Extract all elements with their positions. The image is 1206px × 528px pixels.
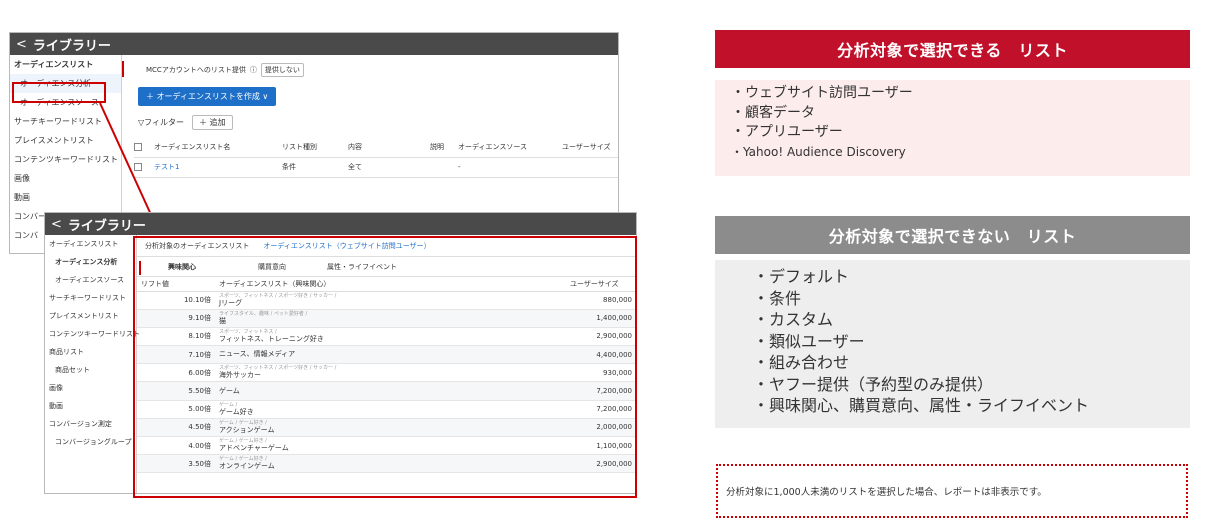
- sidebar-item-conversion-group[interactable]: コンバージョングループ: [45, 433, 136, 451]
- audience-name-cell: ゲーム / ゲーム好き / オンラインゲーム: [215, 454, 566, 474]
- subtab-attributes-life-events[interactable]: 属性・ライフイベント: [317, 262, 407, 272]
- audience-name: 猫: [219, 316, 226, 325]
- col-header-user-size[interactable]: ユーザーサイズ: [566, 277, 636, 292]
- analysis-table: リフト値 オーディエンスリスト（興味関心） ユーザーサイズ 10.10倍 スポーツ…: [137, 277, 636, 474]
- user-size: 2,000,000: [566, 418, 636, 438]
- lift-value: 8.10倍: [137, 327, 215, 347]
- user-size: 1,400,000: [566, 309, 636, 328]
- lift-value: 9.10倍: [137, 309, 215, 328]
- audience-name: Jリーグ: [219, 298, 243, 307]
- lift-value: 7.10倍: [137, 345, 215, 365]
- sidebar-item-conversion-measurement[interactable]: コンバージョン測定: [45, 415, 136, 433]
- table-row: 7.10倍 ニュース、情報メディア 4,400,000: [137, 345, 636, 365]
- audience-name-cell: スポーツ、フィットネス / スポーツ好き / サッカー / 海外サッカー: [215, 363, 566, 383]
- analysis-main: 分析対象のオーディエンスリスト オーディエンスリスト（ウェブサイト訪問ユーザー）…: [137, 235, 636, 493]
- sidebar-item-audience-analysis[interactable]: オーディエンス分析: [45, 253, 136, 271]
- list-item: ・条件: [753, 288, 802, 308]
- audience-name: フィットネス、トレーニング好き: [219, 334, 324, 343]
- user-size: 7,200,000: [566, 400, 636, 419]
- col-header-audience-list[interactable]: オーディエンスリスト（興味関心）: [215, 277, 566, 292]
- library-header: < ライブラリー: [45, 213, 636, 235]
- lift-value: 4.00倍: [137, 436, 215, 456]
- chevron-left-icon[interactable]: <: [51, 217, 62, 232]
- lift-value: 5.50倍: [137, 381, 215, 401]
- tab-website-visitors[interactable]: オーディエンスリスト（ウェブサイト訪問ユーザー）: [263, 241, 430, 251]
- audience-name-cell: スポーツ、フィットネス / フィットネス、トレーニング好き: [215, 327, 566, 347]
- list-item: ・興味関心、購買意向、属性・ライフイベント: [753, 396, 1090, 415]
- audience-name-cell: ライフスタイル、趣味 / ペット愛好者 / 猫: [215, 309, 566, 328]
- not-selectable-list-body: ・デフォルト ・条件 ・カスタム ・類似ユーザー ・組み合わせ ・ヤフー提供（予…: [715, 260, 1190, 428]
- audience-name: アドベンチャーゲーム: [219, 444, 289, 453]
- table-row: 5.50倍 ゲーム 7,200,000: [137, 381, 636, 401]
- lift-value: 5.00倍: [137, 400, 215, 419]
- not-selectable-list-header: 分析対象で選択できない リスト: [715, 216, 1190, 254]
- user-size: 930,000: [566, 363, 636, 383]
- table-row: 4.50倍 ゲーム / ゲーム好き / アクションゲーム 2,000,000: [137, 418, 636, 438]
- library-screenshot-2: < ライブラリー オーディエンスリスト オーディエンス分析 オーディエンスソース…: [44, 212, 637, 494]
- audience-name: 海外サッカー: [219, 371, 261, 380]
- list-item: ・顧客データ: [731, 104, 815, 121]
- lift-value: 3.50倍: [137, 454, 215, 474]
- table-row: 8.10倍 スポーツ、フィットネス / フィットネス、トレーニング好き 2,900,0…: [137, 327, 636, 347]
- note-box: 分析対象に1,000人未満のリストを選択した場合、レポートは非表示です。: [716, 464, 1188, 518]
- table-row: 4.00倍 ゲーム / ゲーム好き / アドベンチャーゲーム 1,100,000: [137, 436, 636, 456]
- table-header-row: リフト値 オーディエンスリスト（興味関心） ユーザーサイズ: [137, 277, 636, 292]
- sidebar-item-images[interactable]: 画像: [45, 379, 136, 397]
- audience-name: ニュース、情報メディア: [219, 350, 296, 359]
- audience-name-cell: ゲーム / ゲーム好き: [215, 400, 566, 419]
- list-item: ・組み合わせ: [753, 353, 850, 372]
- audience-name-cell: ゲーム: [215, 381, 566, 401]
- subtab-purchase-intent[interactable]: 購買意向: [227, 262, 317, 272]
- lift-value: 10.10倍: [137, 291, 215, 310]
- selectable-list-body: ・ウェブサイト訪問ユーザー ・顧客データ ・アプリユーザー ・Yahoo! Au…: [715, 80, 1190, 176]
- user-size: 7,200,000: [566, 381, 636, 401]
- table-row: 5.00倍 ゲーム / ゲーム好き 7,200,000: [137, 400, 636, 419]
- user-size: 2,900,000: [566, 454, 636, 474]
- audience-name-cell: スポーツ、フィットネス / スポーツ好き / サッカー / Jリーグ: [215, 291, 566, 310]
- table-row: 9.10倍 ライフスタイル、趣味 / ペット愛好者 / 猫 1,400,000: [137, 309, 636, 328]
- audience-name-cell: ゲーム / ゲーム好き / アクションゲーム: [215, 418, 566, 438]
- audience-name-cell: ゲーム / ゲーム好き / アドベンチャーゲーム: [215, 436, 566, 456]
- sidebar-item-audience-list[interactable]: オーディエンスリスト: [45, 235, 136, 253]
- list-item: ・アプリユーザー: [731, 124, 843, 140]
- audience-name: アクションゲーム: [219, 425, 275, 434]
- analysis-tabs: 分析対象のオーディエンスリスト オーディエンスリスト（ウェブサイト訪問ユーザー）: [137, 235, 636, 257]
- audience-name-cell: ニュース、情報メディア: [215, 345, 566, 365]
- sidebar-item-search-keyword-list[interactable]: サーチキーワードリスト: [45, 289, 136, 307]
- library-sidebar: オーディエンスリスト オーディエンス分析 オーディエンスソース サーチキーワード…: [45, 235, 140, 493]
- audience-name: ゲーム好き: [219, 407, 254, 416]
- user-size: 2,900,000: [566, 327, 636, 347]
- library-title: ライブラリー: [67, 218, 146, 234]
- table-row: 6.00倍 スポーツ、フィットネス / スポーツ好き / サッカー / 海外サッカー…: [137, 363, 636, 383]
- audience-name: オンラインゲーム: [219, 462, 275, 471]
- list-item: ・デフォルト: [753, 267, 850, 286]
- user-size: 880,000: [566, 291, 636, 310]
- sidebar-item-placement-list[interactable]: プレイスメントリスト: [45, 307, 136, 325]
- tab-target-audience-list[interactable]: 分析対象のオーディエンスリスト: [145, 241, 249, 251]
- active-indicator: [139, 261, 141, 275]
- list-item: ・ヤフー提供（予約型のみ提供）: [753, 374, 994, 394]
- sidebar-item-videos[interactable]: 動画: [45, 397, 136, 415]
- table-row: 3.50倍 ゲーム / ゲーム好き / オンラインゲーム 2,900,000: [137, 454, 636, 474]
- col-header-lift[interactable]: リフト値: [137, 277, 215, 292]
- sidebar-item-product-list[interactable]: 商品リスト: [45, 343, 136, 361]
- lift-value: 6.00倍: [137, 363, 215, 383]
- list-item: ・Yahoo! Audience Discovery: [731, 144, 906, 159]
- sidebar-item-content-keyword-list[interactable]: コンテンツキーワードリスト: [45, 325, 140, 343]
- list-item: ・ウェブサイト訪問ユーザー: [731, 85, 913, 101]
- analysis-rows: 10.10倍 スポーツ、フィットネス / スポーツ好き / サッカー / Jリーグ 8…: [137, 291, 636, 474]
- list-item: ・類似ユーザー: [753, 331, 865, 351]
- user-size: 4,400,000: [566, 345, 636, 365]
- selectable-list-header: 分析対象で選択できる リスト: [715, 30, 1190, 68]
- audience-name: ゲーム: [219, 386, 240, 395]
- list-item: ・カスタム: [753, 310, 834, 329]
- sidebar-item-audience-source[interactable]: オーディエンスソース: [45, 271, 136, 289]
- sidebar-item-product-set[interactable]: 商品セット: [45, 361, 136, 379]
- analysis-subtabs: 興味関心 購買意向 属性・ライフイベント: [137, 257, 636, 277]
- user-size: 1,100,000: [566, 436, 636, 456]
- table-row: 10.10倍 スポーツ、フィットネス / スポーツ好き / サッカー / Jリーグ 8…: [137, 291, 636, 310]
- subtab-interest[interactable]: 興味関心: [137, 262, 227, 272]
- lift-value: 4.50倍: [137, 418, 215, 438]
